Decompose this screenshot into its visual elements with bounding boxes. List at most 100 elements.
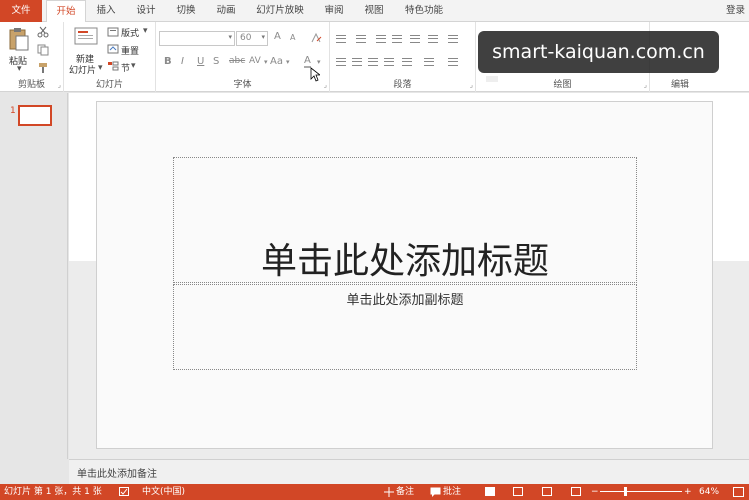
layout-icon bbox=[107, 27, 119, 37]
notes-placeholder[interactable]: 单击此处添加备注 bbox=[77, 465, 157, 480]
fit-to-window-icon[interactable] bbox=[733, 487, 744, 497]
tab-3[interactable]: 设计 bbox=[127, 0, 165, 22]
font-size-dropdown-icon[interactable]: ▾ bbox=[261, 33, 265, 41]
login-link[interactable]: 登录 bbox=[726, 0, 745, 22]
shadow-button[interactable]: S bbox=[213, 56, 219, 67]
tab-7[interactable]: 审阅 bbox=[315, 0, 353, 22]
reading-view-icon[interactable] bbox=[542, 487, 552, 496]
decrease-indent-icon[interactable] bbox=[376, 35, 386, 43]
layout-dropdown-icon[interactable]: ▾ bbox=[143, 26, 148, 36]
normal-view-icon[interactable] bbox=[485, 487, 495, 496]
paste-icon[interactable] bbox=[8, 27, 30, 51]
columns-icon[interactable] bbox=[428, 35, 438, 43]
drawing-launcher-icon[interactable]: ⌟ bbox=[644, 81, 647, 89]
zoom-slider-thumb[interactable] bbox=[623, 487, 627, 496]
distributed-icon[interactable] bbox=[402, 58, 412, 66]
italic-button[interactable]: I bbox=[181, 56, 184, 67]
char-spacing-dropdown-icon[interactable]: ▾ bbox=[264, 58, 268, 66]
paragraph-group: 段落 ⌟ bbox=[330, 22, 476, 92]
increase-indent-icon[interactable] bbox=[392, 35, 402, 43]
cut-icon[interactable] bbox=[37, 26, 49, 38]
reset-button[interactable]: 重置 bbox=[121, 44, 139, 57]
numbering-icon[interactable] bbox=[356, 35, 366, 43]
notes-icon[interactable] bbox=[384, 487, 394, 497]
font-size-value: 60 bbox=[240, 33, 252, 43]
subtitle-placeholder[interactable]: 单击此处添加副标题 bbox=[173, 284, 637, 370]
align-left-icon[interactable] bbox=[336, 58, 346, 66]
change-case-dropdown-icon[interactable]: ▾ bbox=[286, 58, 290, 66]
tab-8[interactable]: 视图 bbox=[355, 0, 393, 22]
slide-sorter-view-icon[interactable] bbox=[513, 487, 523, 496]
comments-toggle-button[interactable]: 批注 bbox=[443, 486, 461, 498]
align-center-icon[interactable] bbox=[352, 58, 362, 66]
bold-button[interactable]: B bbox=[164, 56, 172, 67]
change-case-button[interactable]: Aa bbox=[270, 56, 283, 67]
comments-icon[interactable] bbox=[430, 487, 441, 497]
slide-show-view-icon[interactable] bbox=[571, 487, 581, 496]
underline-button[interactable]: U bbox=[197, 56, 204, 67]
bullets-icon[interactable] bbox=[336, 35, 346, 43]
paste-dropdown-icon[interactable]: ▾ bbox=[17, 64, 22, 74]
ribbon-tab-bar: 文件 开始 插入 设计 切换 动画 幻灯片放映 审阅 视图 特色功能 bbox=[0, 0, 749, 23]
font-color-dropdown-icon[interactable]: ▾ bbox=[317, 58, 321, 66]
subtitle-placeholder-text[interactable]: 单击此处添加副标题 bbox=[174, 289, 636, 308]
grow-font-button[interactable]: A bbox=[274, 31, 281, 42]
strikethrough-icon[interactable]: abc bbox=[229, 56, 245, 66]
new-slide-dropdown-icon[interactable]: ▾ bbox=[98, 63, 103, 73]
new-slide-icon[interactable] bbox=[74, 27, 98, 49]
copy-icon[interactable] bbox=[37, 44, 51, 56]
tab-4[interactable]: 切换 bbox=[167, 0, 205, 22]
title-placeholder-text[interactable]: 单击此处添加标题 bbox=[174, 232, 636, 284]
slide-canvas[interactable]: 单击此处添加标题 单击此处添加副标题 bbox=[96, 101, 713, 449]
section-icon bbox=[108, 61, 119, 71]
shrink-font-button[interactable]: A bbox=[290, 33, 295, 42]
section-button[interactable]: 节 bbox=[121, 61, 130, 74]
watermark: smart-kaiquan.com.cn bbox=[478, 31, 719, 73]
zoom-out-button[interactable]: − bbox=[591, 486, 599, 498]
tab-9[interactable]: 特色功能 bbox=[398, 0, 450, 22]
language-status[interactable]: 中文(中国) bbox=[142, 486, 185, 498]
status-bar: 幻灯片 第 1 张，共 1 张 中文(中国) 备注 批注 − + 64% bbox=[0, 484, 749, 500]
format-painter-icon[interactable] bbox=[37, 62, 49, 74]
tab-2[interactable]: 插入 bbox=[87, 0, 125, 22]
zoom-slider-track[interactable] bbox=[600, 491, 682, 492]
font-name-combo[interactable]: ▾ bbox=[159, 31, 235, 46]
text-direction-icon[interactable] bbox=[448, 35, 458, 43]
notes-pane[interactable]: 单击此处添加备注 bbox=[69, 459, 749, 484]
new-slide-label[interactable]: 幻灯片 bbox=[69, 63, 96, 76]
align-right-icon[interactable] bbox=[368, 58, 378, 66]
smartart-icon[interactable] bbox=[448, 58, 458, 66]
zoom-in-button[interactable]: + bbox=[684, 486, 692, 498]
slide-count-status: 幻灯片 第 1 张，共 1 张 bbox=[4, 487, 102, 497]
editing-group-label: 编辑 bbox=[670, 80, 689, 90]
align-text-icon[interactable] bbox=[424, 58, 434, 66]
clipboard-launcher-icon[interactable]: ⌟ bbox=[58, 81, 61, 89]
line-spacing-icon[interactable] bbox=[410, 35, 420, 43]
zoom-level[interactable]: 64% bbox=[699, 486, 719, 498]
tab-1[interactable]: 开始 bbox=[46, 0, 86, 23]
tab-5[interactable]: 动画 bbox=[207, 0, 245, 22]
spell-check-icon[interactable] bbox=[119, 487, 130, 497]
notes-toggle-button[interactable]: 备注 bbox=[396, 486, 414, 498]
justify-icon[interactable] bbox=[384, 58, 394, 66]
clear-format-icon[interactable] bbox=[310, 32, 322, 44]
reset-icon bbox=[107, 44, 119, 54]
char-spacing-button[interactable]: AV bbox=[249, 56, 261, 66]
slides-group: 新建 幻灯片 ▾ 版式 ▾ 重置 节 ▾ 幻灯片 bbox=[64, 22, 156, 92]
font-group-label: 字体 bbox=[233, 80, 252, 90]
thumbnail-number: 1 bbox=[10, 106, 16, 116]
tab-6[interactable]: 幻灯片放映 bbox=[250, 0, 310, 22]
slide-thumbnail[interactable] bbox=[18, 105, 52, 126]
section-dropdown-icon[interactable]: ▾ bbox=[131, 61, 136, 71]
layout-button[interactable]: 版式 bbox=[121, 26, 139, 39]
mouse-cursor-icon bbox=[310, 67, 320, 82]
font-launcher-icon[interactable]: ⌟ bbox=[324, 81, 327, 89]
tab-0[interactable]: 文件 bbox=[0, 0, 42, 22]
slide-thumbnails-pane: 1 bbox=[0, 93, 68, 459]
drawing-group-label: 绘图 bbox=[553, 80, 572, 90]
paragraph-launcher-icon[interactable]: ⌟ bbox=[470, 81, 473, 89]
title-placeholder[interactable]: 单击此处添加标题 bbox=[173, 157, 637, 283]
slides-group-label: 幻灯片 bbox=[95, 80, 123, 90]
font-name-dropdown-icon[interactable]: ▾ bbox=[228, 33, 232, 41]
font-size-combo[interactable]: 60 ▾ bbox=[236, 31, 268, 46]
